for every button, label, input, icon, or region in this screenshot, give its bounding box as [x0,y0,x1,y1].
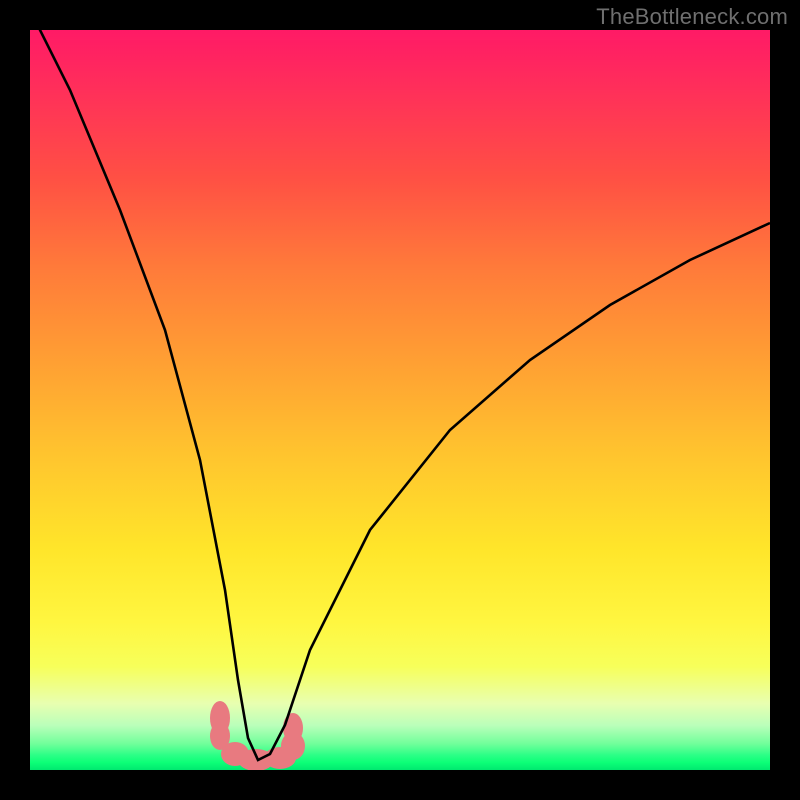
plot-area [30,30,770,770]
chart-frame: TheBottleneck.com [0,0,800,800]
bottleneck-curve [30,30,770,760]
curve-layer [30,30,770,770]
watermark-text: TheBottleneck.com [596,4,788,30]
